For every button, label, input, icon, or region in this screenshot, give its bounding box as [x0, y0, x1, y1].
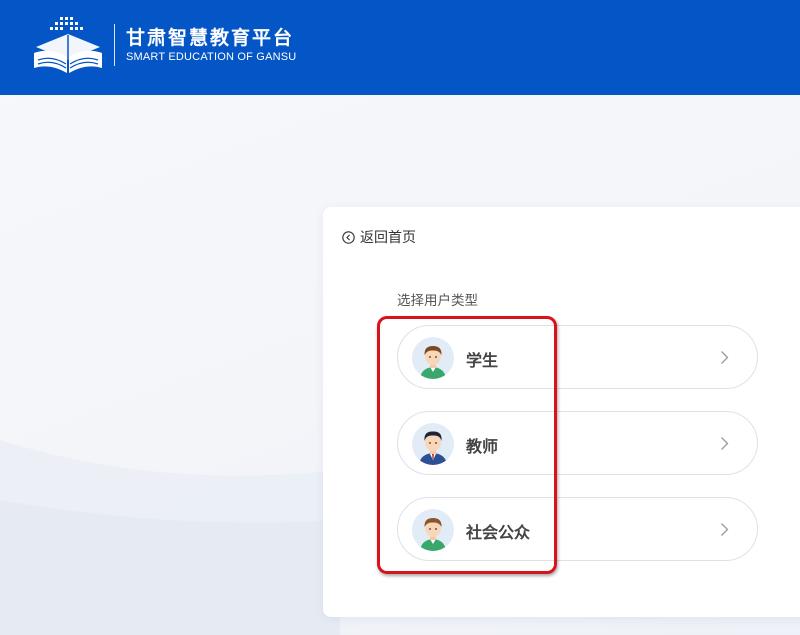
- circle-chevron-left-icon: [342, 230, 355, 244]
- chevron-right-icon: [721, 351, 729, 364]
- back-to-home-link[interactable]: 返回首页: [342, 227, 416, 247]
- brand-divider: [114, 24, 115, 66]
- select-user-type-label: 选择用户类型: [397, 293, 478, 309]
- annotation-highlight-box: [377, 316, 557, 574]
- background-decoration: [0, 440, 340, 635]
- platform-title: 甘肃智慧教育平台: [126, 27, 295, 49]
- chevron-right-icon: [721, 437, 729, 450]
- open-book-logo-icon: [34, 17, 102, 73]
- platform-subtitle: SMART EDUCATION OF GANSU: [126, 51, 297, 63]
- back-link-label: 返回首页: [360, 230, 416, 246]
- chevron-right-icon: [721, 523, 729, 536]
- top-header: 甘肃智慧教育平台 SMART EDUCATION OF GANSU: [0, 0, 800, 95]
